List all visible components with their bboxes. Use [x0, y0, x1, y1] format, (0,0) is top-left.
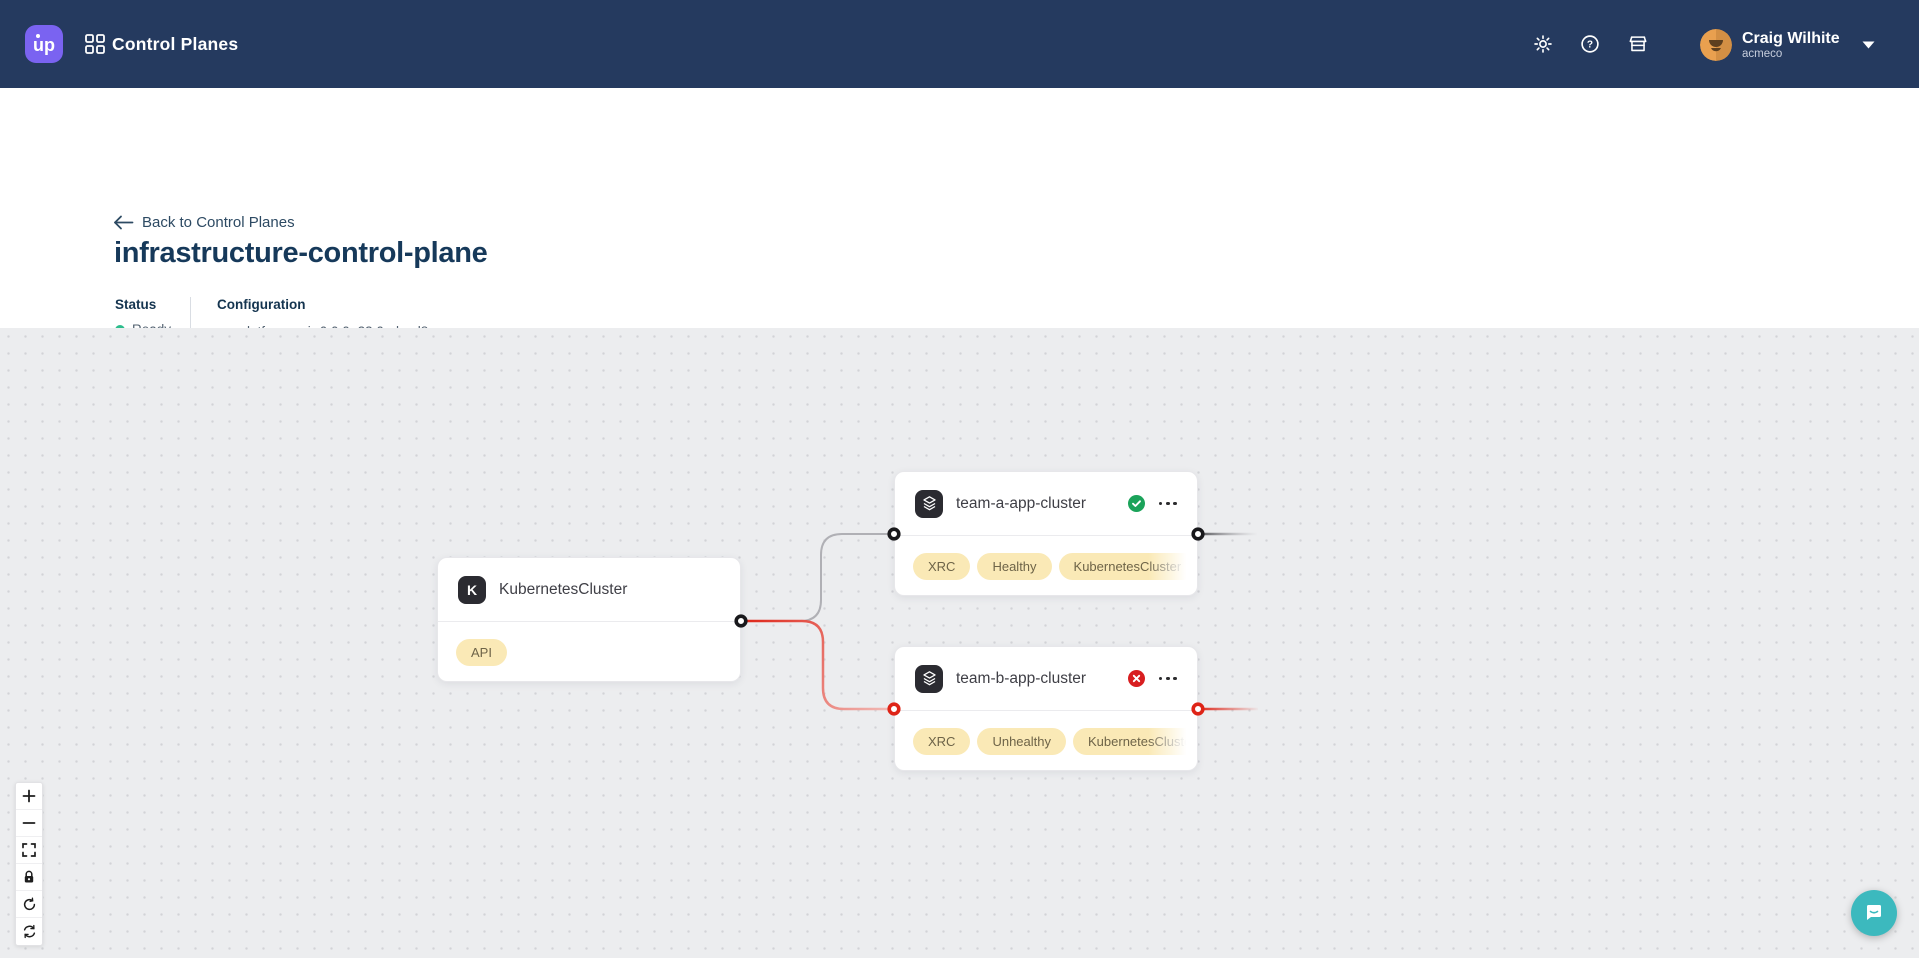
control-plane-header: Back to Control Planes infrastructure-co… [0, 88, 1919, 328]
graph-handles [0, 328, 1919, 958]
chat-launcher-button[interactable] [1851, 890, 1897, 936]
top-navbar: up Control Planes ? [0, 0, 1919, 88]
status-label: Status [115, 297, 156, 312]
node-kubernetescluster[interactable]: K KubernetesCluster API [437, 557, 741, 682]
badge-healthy: Healthy [977, 553, 1051, 580]
avatar [1700, 29, 1732, 61]
resource-graph-canvas[interactable]: K KubernetesCluster API team-a-app-clust… [0, 328, 1919, 958]
node-title: team-a-app-cluster [956, 495, 1128, 513]
page: up Control Planes ? [0, 0, 1919, 958]
app-title: Control Planes [112, 0, 238, 88]
chat-bubble-icon [1862, 901, 1886, 925]
user-name: Craig Wilhite [1742, 30, 1840, 48]
help-icon[interactable]: ? [1579, 33, 1601, 55]
kubernetes-icon: K [458, 576, 486, 604]
badge-api: API [456, 639, 507, 666]
layers-icon [915, 490, 943, 518]
edge-kc-to-team-b [741, 621, 894, 709]
node-team-a-app-cluster[interactable]: team-a-app-cluster XRC Healthy Kubernete… [894, 471, 1198, 596]
fit-view-button[interactable] [16, 837, 42, 864]
marketplace-icon[interactable] [1626, 33, 1648, 55]
user-org: acmeco [1742, 48, 1840, 61]
logo-text: up [33, 35, 55, 56]
node-title: KubernetesCluster [499, 581, 720, 599]
arrow-left-icon [113, 215, 134, 230]
badge-kind: KubernetesCluster [1073, 728, 1195, 755]
node-team-b-app-cluster[interactable]: team-b-app-cluster XRC Unhealthy Kuberne… [894, 646, 1198, 771]
settings-gear-icon[interactable] [1532, 33, 1554, 55]
layers-icon [915, 665, 943, 693]
user-menu[interactable]: Craig Wilhite acmeco [1700, 29, 1875, 61]
zoom-in-button[interactable] [16, 783, 42, 810]
badge-unhealthy: Unhealthy [977, 728, 1066, 755]
node-title: team-b-app-cluster [956, 670, 1128, 688]
lock-button[interactable] [16, 864, 42, 891]
badge-xrc: XRC [913, 553, 970, 580]
zoom-out-button[interactable] [16, 810, 42, 837]
page-title: infrastructure-control-plane [114, 237, 487, 270]
edge-kc-to-team-a [741, 534, 894, 621]
graph-edges [0, 328, 1919, 958]
unhealthy-status-icon [1128, 670, 1145, 687]
healthy-status-icon [1128, 495, 1145, 512]
configuration-label: Configuration [217, 297, 305, 312]
badge-xrc: XRC [913, 728, 970, 755]
sync-button[interactable] [16, 918, 42, 945]
chevron-down-icon [1862, 36, 1875, 54]
back-link-label: Back to Control Planes [142, 214, 295, 231]
badge-kind: KubernetesCluster [1059, 553, 1195, 580]
node-menu-button[interactable] [1159, 673, 1177, 685]
upbound-logo[interactable]: up [25, 25, 63, 63]
node-menu-button[interactable] [1159, 498, 1177, 510]
back-link[interactable]: Back to Control Planes [113, 214, 295, 231]
svg-text:?: ? [1587, 40, 1593, 51]
rotate-button[interactable] [16, 891, 42, 918]
canvas-controls [15, 782, 43, 946]
products-grid-icon[interactable] [85, 33, 105, 60]
